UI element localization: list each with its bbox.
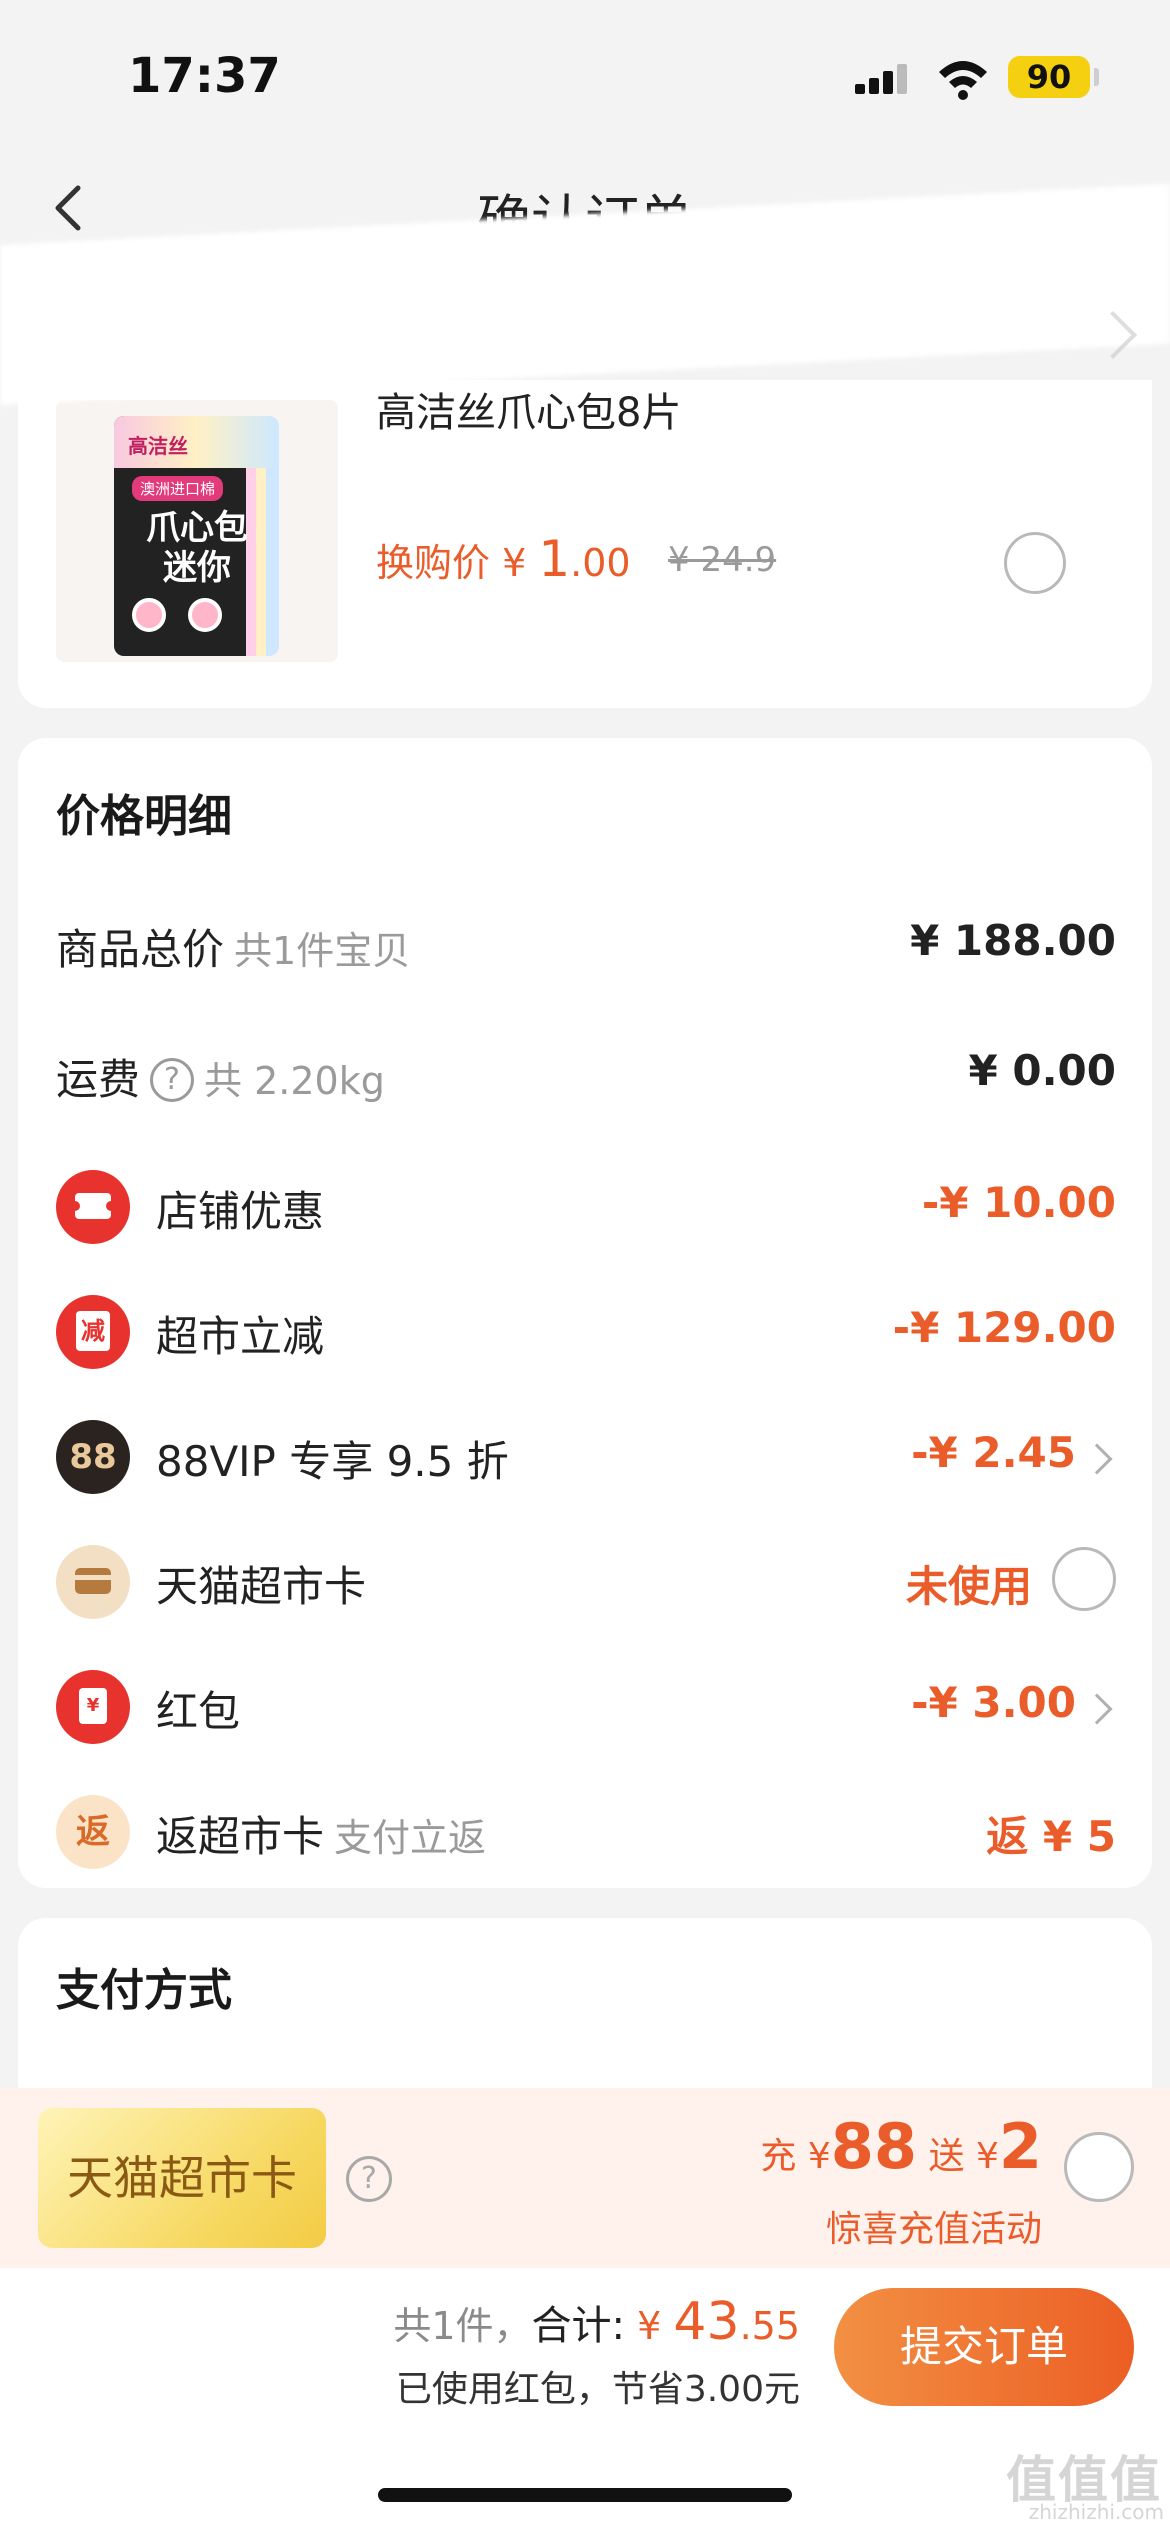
cellular-signal-icon <box>855 64 907 94</box>
row-88vip[interactable]: 88 88VIP 专享 9.5 折 -¥ 2.45 <box>18 1420 1152 1500</box>
row-label: 红包 <box>156 1687 241 1736</box>
saving-text: 已使用红包，节省3.00元 <box>395 2369 800 2410</box>
market-card-radio[interactable] <box>1052 1547 1116 1611</box>
row-label: 返超市卡 <box>156 1812 325 1861</box>
swap-product-card: 高洁丝 澳洲进口棉 爪心包迷你 高洁丝爪心包8片 换购价 ¥ 1.00 ¥ 24… <box>18 380 1152 708</box>
charge-label: 充 ¥ <box>760 2136 831 2177</box>
row-sub: 支付立返 <box>334 1816 487 1860</box>
row-value: -¥ 10.00 <box>921 1178 1116 1227</box>
row-red-envelope[interactable]: ¥ 红包 -¥ 3.00 <box>18 1670 1152 1750</box>
paw-icon <box>188 598 222 632</box>
price-detail-card: 价格明细 商品总价 共1件宝贝 ¥ 188.00 运费? 共 2.20kg ¥ 0.… <box>18 738 1152 1888</box>
recharge-activity: 惊喜充值活动 <box>825 2209 1042 2250</box>
row-shop-discount: 店铺优惠 -¥ 10.00 <box>18 1170 1152 1250</box>
row-return-card: 返 返超市卡 支付立返 返 ¥ 5 <box>18 1795 1152 1875</box>
swap-price-label: 换购价 ¥ <box>376 541 539 585</box>
row-value: 返 ¥ 5 <box>986 1812 1116 1861</box>
row-value: -¥ 129.00 <box>892 1303 1116 1352</box>
gift-label: 送 ¥ <box>928 2136 999 2177</box>
product-name: 高洁丝爪心包8片 <box>376 390 682 436</box>
package-top: 高洁丝 <box>114 416 279 468</box>
row-label: 88VIP 专享 9.5 折 <box>156 1437 509 1486</box>
vip88-icon: 88 <box>56 1420 130 1494</box>
paw-icon <box>132 598 166 632</box>
order-summary: 共1件，合计: ¥ 43.55 <box>393 2292 800 2352</box>
recharge-radio[interactable] <box>1064 2132 1134 2202</box>
package-tag: 澳洲进口棉 <box>132 476 224 501</box>
row-value: -¥ 3.00 <box>911 1678 1076 1727</box>
home-indicator[interactable] <box>378 2488 792 2502</box>
row-shipping: 运费? 共 2.20kg ¥ 0.00 <box>18 1038 1152 1118</box>
row-value: 未使用 <box>905 1562 1032 1611</box>
status-bar: 17:37 90 <box>0 0 1170 150</box>
row-goods-total: 商品总价 共1件宝贝 ¥ 188.00 <box>18 908 1152 988</box>
row-label: 店铺优惠 <box>156 1187 325 1236</box>
payment-title: 支付方式 <box>56 1965 232 2016</box>
row-market-reduction: 减 超市立减 -¥ 129.00 <box>18 1295 1152 1375</box>
bottom-bar: 共1件，合计: ¥ 43.55 已使用红包，节省3.00元 提交订单 值值值 z… <box>0 2268 1170 2532</box>
market-card-badge[interactable]: 天猫超市卡 <box>38 2108 326 2248</box>
row-sub: 共 2.20kg <box>204 1059 385 1103</box>
card-icon <box>56 1545 130 1619</box>
battery-level: 90 <box>1008 56 1090 98</box>
product-image[interactable]: 高洁丝 澳洲进口棉 爪心包迷你 <box>56 400 338 662</box>
original-price: ¥ 24.9 <box>668 540 777 580</box>
charge-amount: 88 <box>830 2110 918 2183</box>
swap-price-int: 1 <box>538 530 571 588</box>
row-label: 商品总价 <box>56 925 225 974</box>
swap-select-radio[interactable] <box>1004 532 1066 594</box>
coupon-icon <box>56 1170 130 1244</box>
product-package: 高洁丝 澳洲进口棉 爪心包迷你 <box>114 416 279 656</box>
item-count: 共1件， <box>393 2304 532 2348</box>
row-label: 天猫超市卡 <box>156 1562 367 1611</box>
help-icon[interactable]: ? <box>150 1057 195 1102</box>
status-time: 17:37 <box>128 48 281 104</box>
package-brand: 高洁丝 <box>128 434 188 458</box>
row-value: ¥ 188.00 <box>910 916 1116 965</box>
swap-price: 换购价 ¥ 1.00 <box>376 530 631 588</box>
price-detail-title: 价格明细 <box>56 791 232 842</box>
reduce-icon: 减 <box>56 1295 130 1369</box>
row-market-card: 天猫超市卡 未使用 <box>18 1545 1152 1625</box>
row-label: 运费 <box>56 1055 141 1104</box>
gift-amount: 2 <box>998 2110 1042 2183</box>
recharge-deal: 充 ¥88 送 ¥2 <box>760 2110 1042 2183</box>
watermark-url: zhizhizhi.com <box>1028 2500 1164 2524</box>
row-value: ¥ 0.00 <box>968 1046 1116 1095</box>
red-envelope-icon: ¥ <box>56 1670 130 1744</box>
return-icon: 返 <box>56 1795 130 1869</box>
market-card-promo: 天猫超市卡 ? 充 ¥88 送 ¥2 惊喜充值活动 <box>0 2088 1170 2268</box>
chevron-right-icon <box>1081 1693 1113 1725</box>
row-sub: 共1件宝贝 <box>234 929 411 973</box>
total-amount: ¥ 43.55 <box>637 2292 800 2352</box>
wifi-icon <box>939 61 987 100</box>
chevron-right-icon <box>1081 1443 1113 1475</box>
help-icon[interactable]: ? <box>346 2156 392 2202</box>
package-name: 爪心包迷你 <box>146 508 248 588</box>
battery-tip-icon <box>1094 68 1099 86</box>
row-value: -¥ 2.45 <box>911 1428 1076 1477</box>
submit-order-button[interactable]: 提交订单 <box>834 2288 1134 2406</box>
total-label: 合计: <box>531 2303 626 2349</box>
row-label: 超市立减 <box>156 1312 325 1361</box>
swap-price-dec: .00 <box>570 541 631 585</box>
